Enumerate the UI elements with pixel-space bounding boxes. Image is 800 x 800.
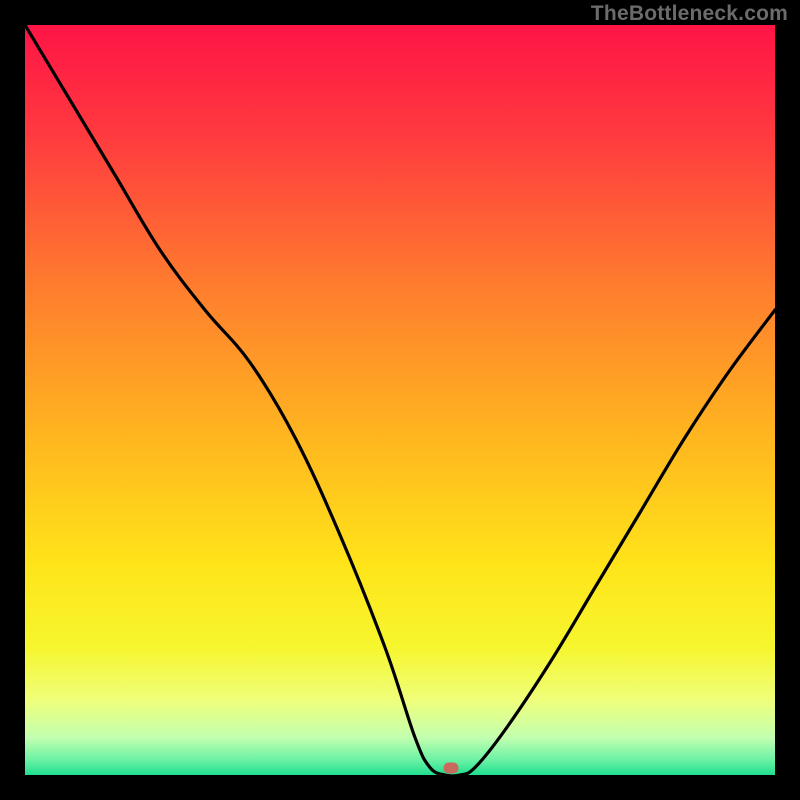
bottleneck-curve (25, 25, 775, 775)
optimal-point-marker (444, 762, 459, 773)
plot-area (25, 25, 775, 775)
attribution-label: TheBottleneck.com (591, 2, 788, 26)
chart-frame: TheBottleneck.com (0, 0, 800, 800)
